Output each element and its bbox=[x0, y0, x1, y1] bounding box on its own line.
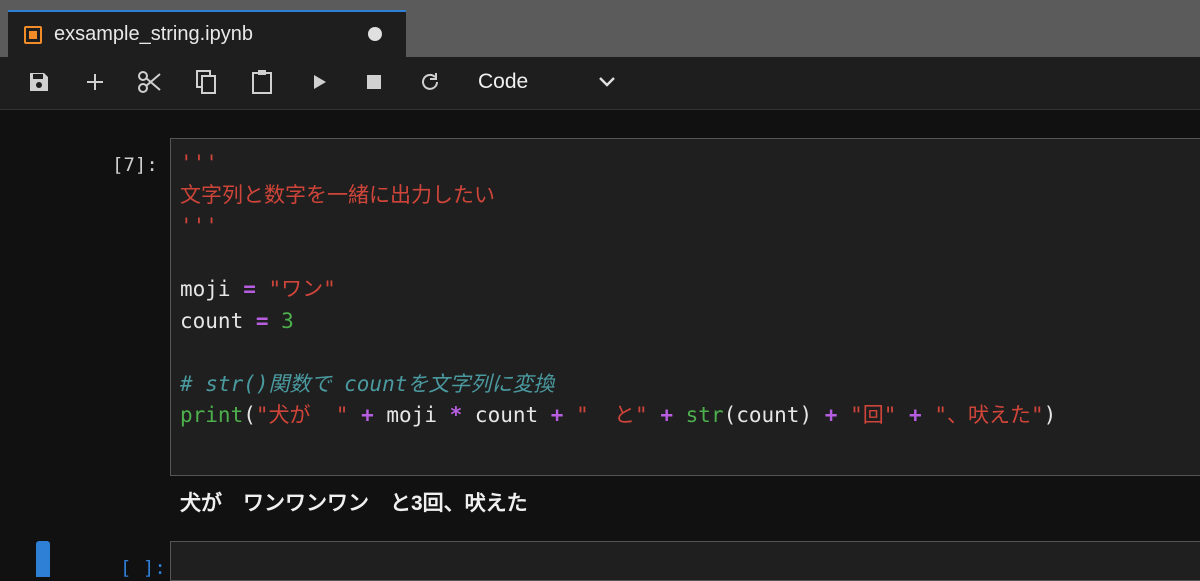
code-token: ) bbox=[1043, 403, 1057, 427]
code-token: + bbox=[660, 403, 673, 427]
active-cell-indicator bbox=[36, 541, 50, 577]
code-line[interactable]: print("犬が " + moji * count + " と" + str(… bbox=[180, 400, 1056, 432]
code-token: = bbox=[243, 277, 256, 301]
plus-icon[interactable] bbox=[82, 69, 108, 95]
code-token: count bbox=[462, 403, 551, 427]
code-token: "ワン" bbox=[268, 277, 336, 301]
code-token: * bbox=[449, 403, 463, 427]
code-token: = bbox=[255, 308, 269, 333]
chevron-down-icon[interactable] bbox=[598, 75, 616, 93]
copy-icon[interactable] bbox=[193, 69, 219, 95]
save-icon[interactable] bbox=[26, 69, 52, 95]
code-token: str bbox=[685, 403, 724, 427]
code-token: " と" bbox=[576, 403, 648, 427]
notebook-tab[interactable]: exsample_string.ipynb bbox=[8, 10, 406, 57]
code-token: + bbox=[824, 403, 838, 427]
tab-bar: exsample_string.ipynb bbox=[0, 0, 1200, 57]
code-token: 文字列と数字を一緒に出力したい bbox=[180, 182, 495, 207]
unsaved-dot-icon[interactable] bbox=[368, 27, 382, 41]
cell-prompt: [7]: bbox=[112, 154, 158, 176]
code-token: + bbox=[361, 403, 374, 427]
code-token: # str()関数で countを文字列に変換 bbox=[180, 371, 555, 396]
code-line[interactable] bbox=[180, 243, 1056, 275]
code-line[interactable]: ''' bbox=[180, 211, 1056, 243]
code-line[interactable]: count = 3 bbox=[180, 306, 1056, 338]
code-token: 3 bbox=[281, 308, 294, 333]
code-token: ''' bbox=[180, 151, 218, 175]
code-token: "、吠えた" bbox=[934, 403, 1044, 427]
code-token: ''' bbox=[180, 214, 218, 238]
code-line[interactable]: ''' bbox=[180, 148, 1056, 180]
cell-type-select[interactable]: Code bbox=[478, 70, 528, 94]
code-token: ( bbox=[243, 403, 256, 427]
code-token: "犬が " bbox=[255, 403, 349, 427]
stop-icon[interactable] bbox=[361, 69, 387, 95]
code-line[interactable]: # str()関数で countを文字列に変換 bbox=[180, 369, 1056, 401]
paste-icon[interactable] bbox=[249, 69, 275, 95]
cell-prompt-empty: [ ]: bbox=[120, 557, 166, 579]
tab-title[interactable]: exsample_string.ipynb bbox=[54, 23, 253, 46]
code-token: moji bbox=[373, 403, 450, 427]
notebook-toolbar: Code bbox=[0, 57, 1200, 110]
code-token: count bbox=[180, 308, 256, 333]
code-token: "回" bbox=[850, 403, 897, 427]
run-icon[interactable] bbox=[306, 69, 332, 95]
cell-output: 犬が ワンワンワン と3回、吠えた bbox=[180, 492, 528, 515]
code-content[interactable]: ''' 文字列と数字を一緒に出力したい ''' moji = "ワン" count = … bbox=[180, 148, 1056, 432]
notebook-icon bbox=[24, 26, 42, 44]
code-token: moji bbox=[180, 277, 244, 301]
code-token: (count) bbox=[723, 403, 825, 427]
code-token: + bbox=[909, 403, 922, 427]
code-line[interactable]: moji = "ワン" bbox=[180, 274, 1056, 306]
code-line[interactable] bbox=[180, 337, 1056, 369]
code-line[interactable]: 文字列と数字を一緒に出力したい bbox=[180, 180, 1056, 212]
scissors-icon[interactable] bbox=[137, 69, 163, 95]
empty-code-cell[interactable] bbox=[170, 541, 1200, 581]
code-token: + bbox=[550, 403, 564, 427]
restart-icon[interactable] bbox=[417, 69, 443, 95]
code-token: print bbox=[180, 403, 244, 427]
